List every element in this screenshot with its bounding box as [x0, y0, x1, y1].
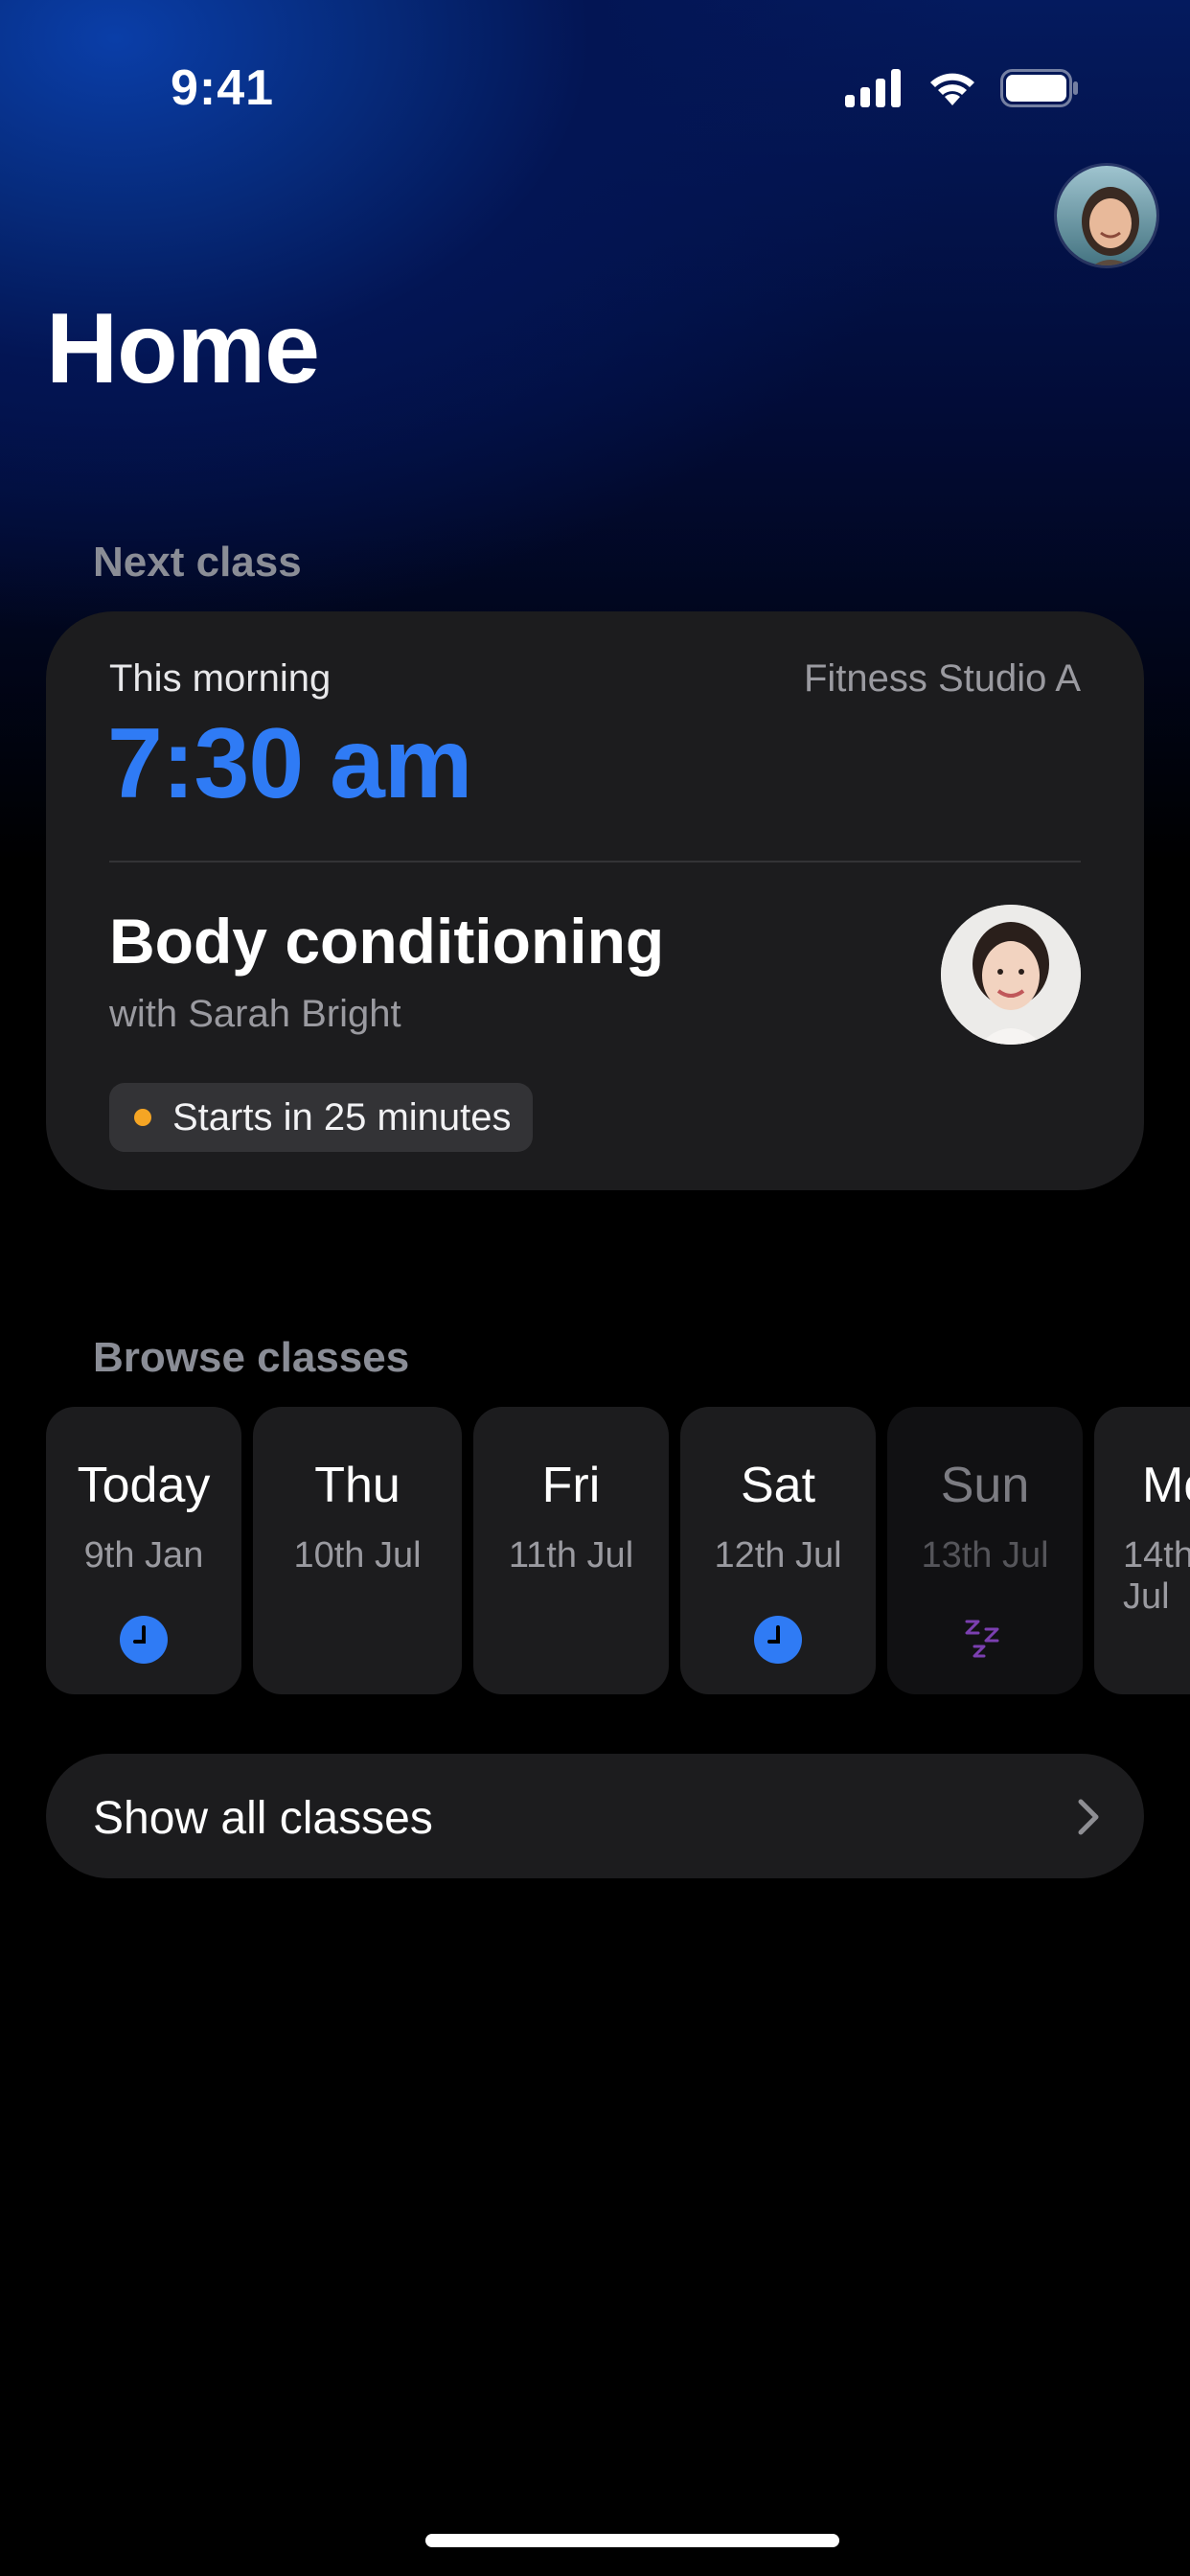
- day-card-fri[interactable]: Fri 11th Jul: [473, 1407, 669, 1694]
- day-date: 14th Jul: [1123, 1535, 1190, 1617]
- next-class-instructor: with Sarah Bright: [109, 993, 401, 1035]
- status-icons: [845, 69, 1079, 107]
- battery-icon: [1000, 69, 1078, 107]
- status-time: 9:41: [171, 60, 275, 116]
- day-picker: Today 9th Jan Thu 10th Jul Fri 11th Jul …: [46, 1407, 1190, 1694]
- sleep-icon: [965, 1620, 999, 1658]
- cellular-signal-icon: [845, 69, 901, 107]
- day-name: Today: [77, 1458, 211, 1513]
- clock-icon: [120, 1616, 168, 1664]
- day-card-thu[interactable]: Thu 10th Jul: [253, 1407, 462, 1694]
- day-name: Thu: [314, 1458, 400, 1513]
- day-card-sat[interactable]: Sat 12th Jul: [680, 1407, 876, 1694]
- day-name: Fri: [541, 1458, 601, 1513]
- status-badge-text: Starts in 25 minutes: [172, 1095, 512, 1138]
- next-class-location: Fitness Studio A: [803, 657, 1081, 700]
- instructor-avatar: [941, 905, 1081, 1045]
- day-date: 12th Jul: [714, 1535, 842, 1576]
- next-class-card[interactable]: This morning Fitness Studio A 7:30 am Bo…: [46, 611, 1144, 1190]
- clock-icon: [754, 1616, 802, 1664]
- day-card-today[interactable]: Today 9th Jan: [46, 1407, 241, 1694]
- browse-classes-section-label: Browse classes: [93, 1334, 410, 1381]
- day-date: 9th Jan: [83, 1535, 204, 1576]
- next-class-section-label: Next class: [93, 539, 302, 586]
- profile-photo: [1057, 166, 1156, 265]
- day-date: 13th Jul: [921, 1535, 1049, 1576]
- divider: [109, 861, 1081, 862]
- show-all-classes-label: Show all classes: [93, 1793, 433, 1844]
- day-date: 11th Jul: [508, 1535, 634, 1576]
- next-class-time: 7:30 am: [107, 708, 472, 819]
- next-class-name: Body conditioning: [109, 906, 665, 977]
- home-indicator: [425, 2534, 839, 2547]
- day-name: Sat: [740, 1458, 816, 1513]
- day-date: 10th Jul: [293, 1535, 422, 1576]
- day-name: Mon: [1142, 1458, 1190, 1513]
- day-card-sun[interactable]: Sun 13th Jul: [887, 1407, 1083, 1694]
- profile-avatar[interactable]: [1054, 163, 1159, 268]
- instructor-photo: [941, 905, 1081, 1045]
- day-name: Sun: [940, 1458, 1030, 1513]
- day-card-mon[interactable]: Mon 14th Jul: [1094, 1407, 1190, 1694]
- show-all-classes-button[interactable]: Show all classes: [46, 1754, 1144, 1878]
- page-title: Home: [46, 293, 320, 404]
- wifi-icon: [930, 73, 974, 105]
- chevron-right-icon: [1078, 1799, 1099, 1835]
- next-class-when: This morning: [109, 657, 332, 700]
- status-dot-icon: [134, 1109, 151, 1126]
- home-screen: 9:41 Home Next class This morning Fitnes…: [0, 0, 1190, 2576]
- status-badge: Starts in 25 minutes: [109, 1083, 533, 1152]
- status-bar: 9:41: [0, 0, 1190, 182]
